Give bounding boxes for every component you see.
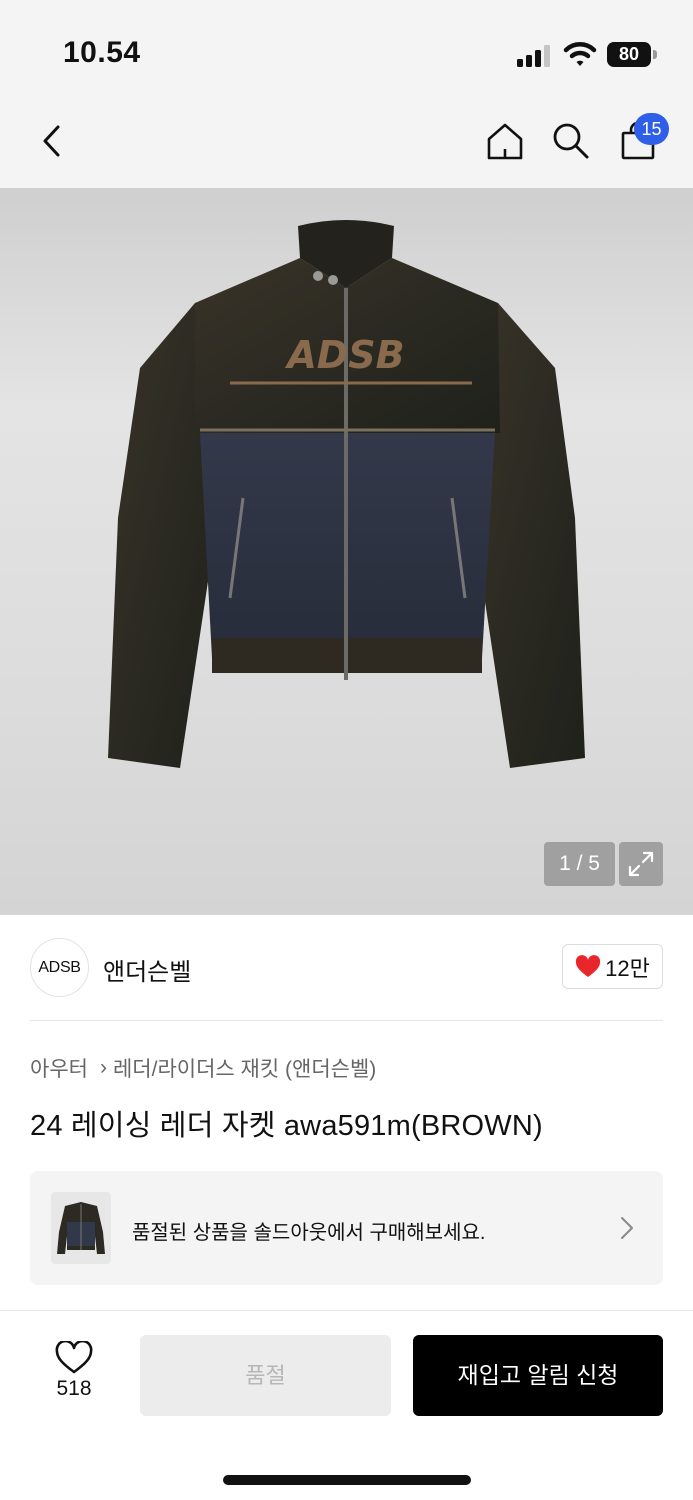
chevron-right-icon: › — [99, 1056, 107, 1079]
product-image-gallery[interactable]: ADSB 1 / 5 — [0, 188, 693, 915]
cart-count-badge: 15 — [634, 113, 669, 145]
product-jacket-image: ADSB — [108, 220, 585, 768]
soldout-button[interactable]: 품절 — [140, 1335, 391, 1416]
battery-icon: 80 — [607, 42, 657, 67]
brand-like-count: 12만 — [605, 955, 650, 981]
jacket-logo-text: ADSB — [284, 333, 404, 377]
expand-image-button[interactable] — [619, 842, 663, 886]
search-icon — [553, 123, 589, 159]
breadcrumb-category[interactable]: 아우터 — [30, 1053, 88, 1083]
wifi-icon — [563, 42, 597, 66]
bottom-action-bar: 518 품절 재입고 알림 신청 — [0, 1310, 693, 1500]
back-button[interactable] — [28, 115, 76, 167]
heart-outline-icon — [55, 1341, 93, 1374]
soldout-banner-text: 품절된 상품을 솔드아웃에서 구매해보세요. — [132, 1222, 486, 1244]
back-icon — [43, 125, 60, 157]
soldout-thumbnail — [51, 1192, 111, 1264]
breadcrumb: 아우터 › 레더/라이더스 재킷 (앤더슨벨) — [30, 1053, 376, 1083]
expand-icon — [628, 851, 654, 877]
home-button[interactable] — [480, 115, 530, 167]
signal-icon — [517, 45, 550, 67]
brand-logo[interactable]: ADSB — [30, 938, 89, 997]
status-time: 10.54 — [63, 36, 141, 69]
home-icon — [487, 123, 523, 160]
brand-name[interactable]: 앤더슨벨 — [103, 952, 191, 987]
jacket-thumbnail-image — [57, 1202, 105, 1254]
restock-alert-button[interactable]: 재입고 알림 신청 — [413, 1335, 663, 1416]
battery-level: 80 — [607, 42, 651, 67]
home-indicator — [223, 1475, 471, 1485]
status-bar: 10.54 80 — [0, 0, 693, 95]
nav-bar — [0, 95, 693, 188]
chevron-right-icon — [621, 1217, 633, 1239]
divider — [30, 1020, 663, 1021]
soldout-banner[interactable]: 품절된 상품을 솔드아웃에서 구매해보세요. — [30, 1171, 663, 1285]
heart-filled-icon — [576, 954, 601, 977]
search-button[interactable] — [546, 115, 596, 167]
battery-tip — [653, 50, 657, 59]
wishlist-count: 518 — [56, 1377, 92, 1400]
breadcrumb-subcategory[interactable]: 레더/라이더스 재킷 (앤더슨벨) — [113, 1053, 376, 1083]
product-title: 24 레이싱 레더 자켓 awa591m(BROWN) — [30, 1110, 543, 1142]
brand-like-button[interactable]: 12만 — [562, 944, 663, 989]
wishlist-button[interactable]: 518 — [44, 1341, 104, 1411]
brand-row[interactable]: ADSB 앤더슨벨 12만 — [30, 938, 663, 998]
image-counter: 1 / 5 — [544, 842, 615, 886]
